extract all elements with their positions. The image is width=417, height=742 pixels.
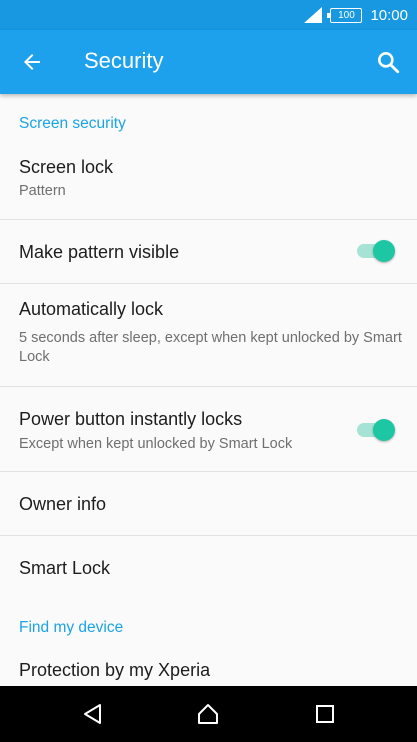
battery-level: 100 (338, 9, 355, 21)
toggle-thumb (373, 419, 395, 441)
smart-lock-item[interactable]: Smart Lock (0, 536, 417, 599)
battery-icon: 100 (327, 7, 363, 23)
section-header-find-my-device: Find my device (19, 619, 124, 636)
protection-by-my-xperia-item[interactable]: Protection by my Xperia (0, 644, 417, 686)
item-subtitle: 5 seconds after sleep, except when kept … (19, 330, 402, 365)
search-icon[interactable] (375, 49, 401, 75)
nav-back-icon[interactable] (82, 703, 104, 725)
screen-lock-item[interactable]: Screen lock Pattern (0, 140, 417, 220)
page-title: Security (84, 48, 164, 73)
power-button-instantly-locks-item[interactable]: Power button instantly locks Except when… (0, 387, 417, 471)
navigation-bar (0, 686, 417, 742)
automatically-lock-item[interactable]: Automatically lock 5 seconds after sleep… (0, 284, 417, 386)
arrow-back-icon[interactable] (20, 50, 44, 74)
item-title: Power button instantly locks (19, 409, 243, 429)
toggle-thumb (373, 240, 395, 262)
power-button-toggle[interactable] (355, 418, 395, 442)
signal-icon (304, 7, 323, 23)
item-subtitle: Pattern (19, 183, 66, 199)
item-title: Owner info (19, 494, 107, 514)
item-title: Screen lock (19, 157, 114, 177)
status-bar: 100 10:00 (0, 0, 417, 30)
nav-recents-icon[interactable] (314, 703, 336, 725)
section-header-screen-security: Screen security (19, 115, 126, 132)
clock: 10:00 (370, 6, 408, 24)
nav-home-icon[interactable] (197, 703, 219, 725)
item-title: Automatically lock (19, 299, 164, 319)
settings-list: Screen security Screen lock Pattern Make… (0, 94, 417, 686)
item-title: Make pattern visible (19, 242, 180, 262)
item-title: Protection by my Xperia (19, 660, 211, 680)
owner-info-item[interactable]: Owner info (0, 472, 417, 535)
app-bar: Security (0, 30, 417, 94)
make-pattern-visible-toggle[interactable] (355, 239, 395, 263)
item-title: Smart Lock (19, 558, 111, 578)
make-pattern-visible-item[interactable]: Make pattern visible (0, 220, 417, 283)
item-subtitle: Except when kept unlocked by Smart Lock (19, 436, 293, 452)
